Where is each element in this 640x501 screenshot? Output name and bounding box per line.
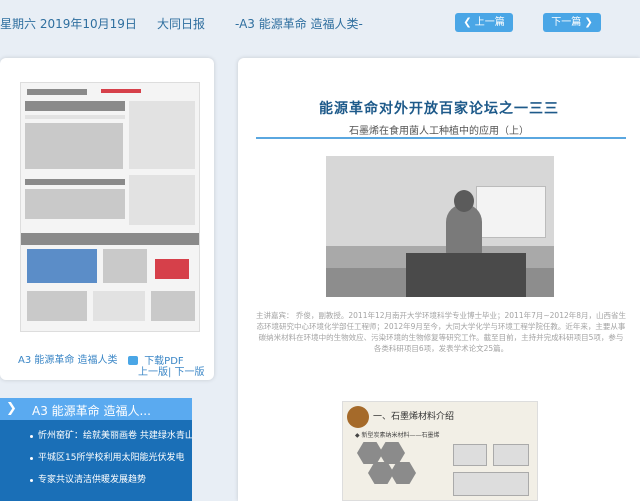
slide-heading: 一、石墨烯材料介绍 (373, 412, 455, 422)
bullet-icon (30, 457, 33, 460)
chevron-right-icon: ❯ (584, 17, 593, 28)
pdf-icon (128, 356, 138, 365)
article-photo (326, 156, 554, 297)
header-bar: 星期六 2019年10月19日 大同日报 -A3 能源革命 造福人类- ❮ 上一… (0, 0, 640, 44)
page-caption[interactable]: A3 能源革命 造福人类 (18, 351, 118, 366)
article-subtitle: 石墨烯在食用菌人工种植中的应用（上） (349, 126, 529, 137)
speaker-intro: 主讲嘉宾： 乔俊，副教授。2011年12月南开大学环境科学专业博士毕业；2011… (256, 311, 627, 353)
page-navigation[interactable]: 上一版| 下一版 (138, 363, 205, 378)
slide-bullet: ◆ 新型炭素纳米材料——石墨烯 (355, 432, 440, 439)
list-item[interactable]: 专家共议清洁供暖发展趋势 (0, 469, 192, 491)
section-title: -A3 能源革命 造福人类- (235, 17, 363, 31)
newspaper-name: 大同日报 (157, 17, 206, 31)
article-title: 能源革命对外开放百家论坛之一三三 (319, 101, 559, 117)
chevron-left-icon: ❮ (463, 17, 472, 28)
emblem-icon (347, 406, 369, 428)
next-article-button[interactable]: 下一篇 ❯ (543, 13, 601, 32)
list-item[interactable]: 平城区15所学校利用太阳能光伏发电 (0, 447, 192, 469)
article-list: ❯ A3 能源革命 造福人... 忻州窑矿：绘就美丽画卷 共建绿水青山 平城区1… (0, 398, 192, 501)
article-list-header[interactable]: ❯ A3 能源革命 造福人... (0, 398, 192, 420)
page-thumbnail[interactable] (20, 82, 200, 332)
title-divider (256, 137, 626, 139)
lecture-slide-image: 一、石墨烯材料介绍 ◆ 新型炭素纳米材料——石墨烯 (342, 401, 538, 501)
article-list-title: A3 能源革命 造福人... (32, 404, 151, 418)
prev-article-label: 上一篇 (474, 17, 505, 28)
bullet-icon (30, 479, 33, 482)
bullet-icon (30, 435, 33, 438)
chevron-right-icon: ❯ (6, 401, 17, 416)
list-item[interactable]: 忻州窑矿：绘就美丽画卷 共建绿水青山 (0, 425, 192, 447)
article-panel: 能源革命对外开放百家论坛之一三三 石墨烯在食用菌人工种植中的应用（上） 主讲嘉宾… (238, 58, 640, 501)
prev-article-button[interactable]: ❮ 上一篇 (455, 13, 513, 32)
next-article-label: 下一篇 (551, 17, 582, 28)
issue-date: 星期六 2019年10月19日 (0, 17, 137, 31)
